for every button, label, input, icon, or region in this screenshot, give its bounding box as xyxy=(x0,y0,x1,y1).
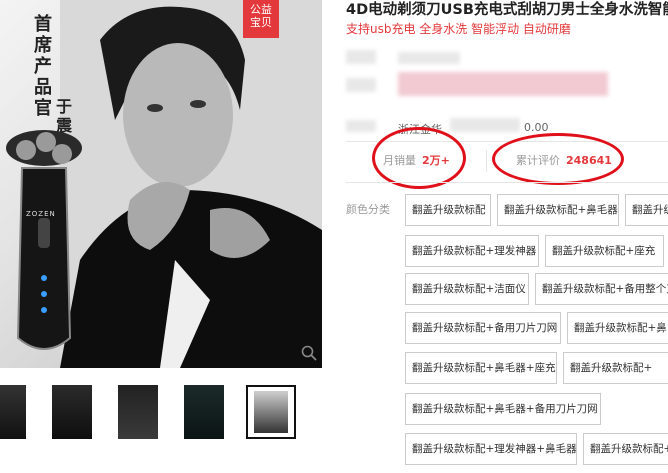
sku-option[interactable]: 翻盖升级款标配+座充 xyxy=(545,235,664,267)
thumbnail-3[interactable] xyxy=(118,385,158,439)
blurred-shipping-detail xyxy=(450,118,520,132)
color-category-label: 颜色分类 xyxy=(346,203,390,216)
sku-option[interactable]: 翻盖升级款标配 xyxy=(405,194,491,226)
sku-option[interactable]: 翻盖升级款标配+鼻毛器 xyxy=(497,194,619,226)
thumbnail-4[interactable] xyxy=(184,385,224,439)
sku-option[interactable]: 翻盖升级款标配+理发神器+鼻毛器 xyxy=(405,433,577,465)
sku-option[interactable]: 翻盖升级款标配+鼻 xyxy=(567,312,668,344)
badge-line-1: 公益 xyxy=(250,3,272,16)
product-subtitle: 支持usb充电 全身水洗 智能浮动 自动研磨 xyxy=(346,22,571,36)
blurred-shipping-label xyxy=(346,120,376,132)
shaver-brand-label: ZOZEN xyxy=(26,210,56,218)
sku-option[interactable]: 翻盖升级款 xyxy=(625,194,668,226)
thumbnail-2[interactable] xyxy=(52,385,92,439)
thumbnail-strip xyxy=(0,385,322,443)
thumbnail-5-preview xyxy=(254,391,288,433)
annotation-circle-reviews xyxy=(492,133,624,185)
thumbnail-1[interactable] xyxy=(0,385,26,439)
sku-option[interactable]: 翻盖升级款标配+鼻毛器+备用刀片刀网 xyxy=(405,393,601,425)
magnifier-icon[interactable] xyxy=(300,344,318,362)
divider-bottom xyxy=(346,182,668,183)
sku-option[interactable]: 翻盖升级款标配+备用整个刀 xyxy=(535,273,668,305)
blurred-price-original xyxy=(398,52,460,64)
blurred-price-label xyxy=(346,50,376,64)
main-product-image[interactable]: 首席产品官 于震 于震 ZOZEN 公益 宝贝 xyxy=(0,0,322,368)
badge-line-2: 宝贝 xyxy=(250,16,272,29)
sku-option[interactable]: 翻盖升级款标配+ xyxy=(563,352,668,384)
shaver-product-image xyxy=(6,130,82,350)
thumbnail-5-selected[interactable] xyxy=(246,385,296,439)
sku-option[interactable]: 翻盖升级款标配+理发神器 xyxy=(405,235,539,267)
sku-option[interactable]: 翻盖升级款标配+鼻毛器+座充 xyxy=(405,352,557,384)
spokesperson-photo xyxy=(60,0,322,368)
blurred-promo-price xyxy=(398,72,608,96)
product-title: 4D电动剃须刀USB充电式刮胡刀男士全身水洗智能 xyxy=(346,2,668,18)
sku-option[interactable]: 翻盖升级款标配+ xyxy=(583,433,668,465)
shipping-fee: 0.00 xyxy=(524,121,549,134)
blurred-promo-label xyxy=(346,78,376,92)
sku-option[interactable]: 翻盖升级款标配+洁面仪 xyxy=(405,273,529,305)
annotation-circle-sales xyxy=(372,127,466,189)
stat-divider xyxy=(486,150,487,172)
charity-badge: 公益 宝贝 xyxy=(243,0,279,38)
sku-option[interactable]: 翻盖升级款标配+备用刀片刀网 xyxy=(405,312,561,344)
